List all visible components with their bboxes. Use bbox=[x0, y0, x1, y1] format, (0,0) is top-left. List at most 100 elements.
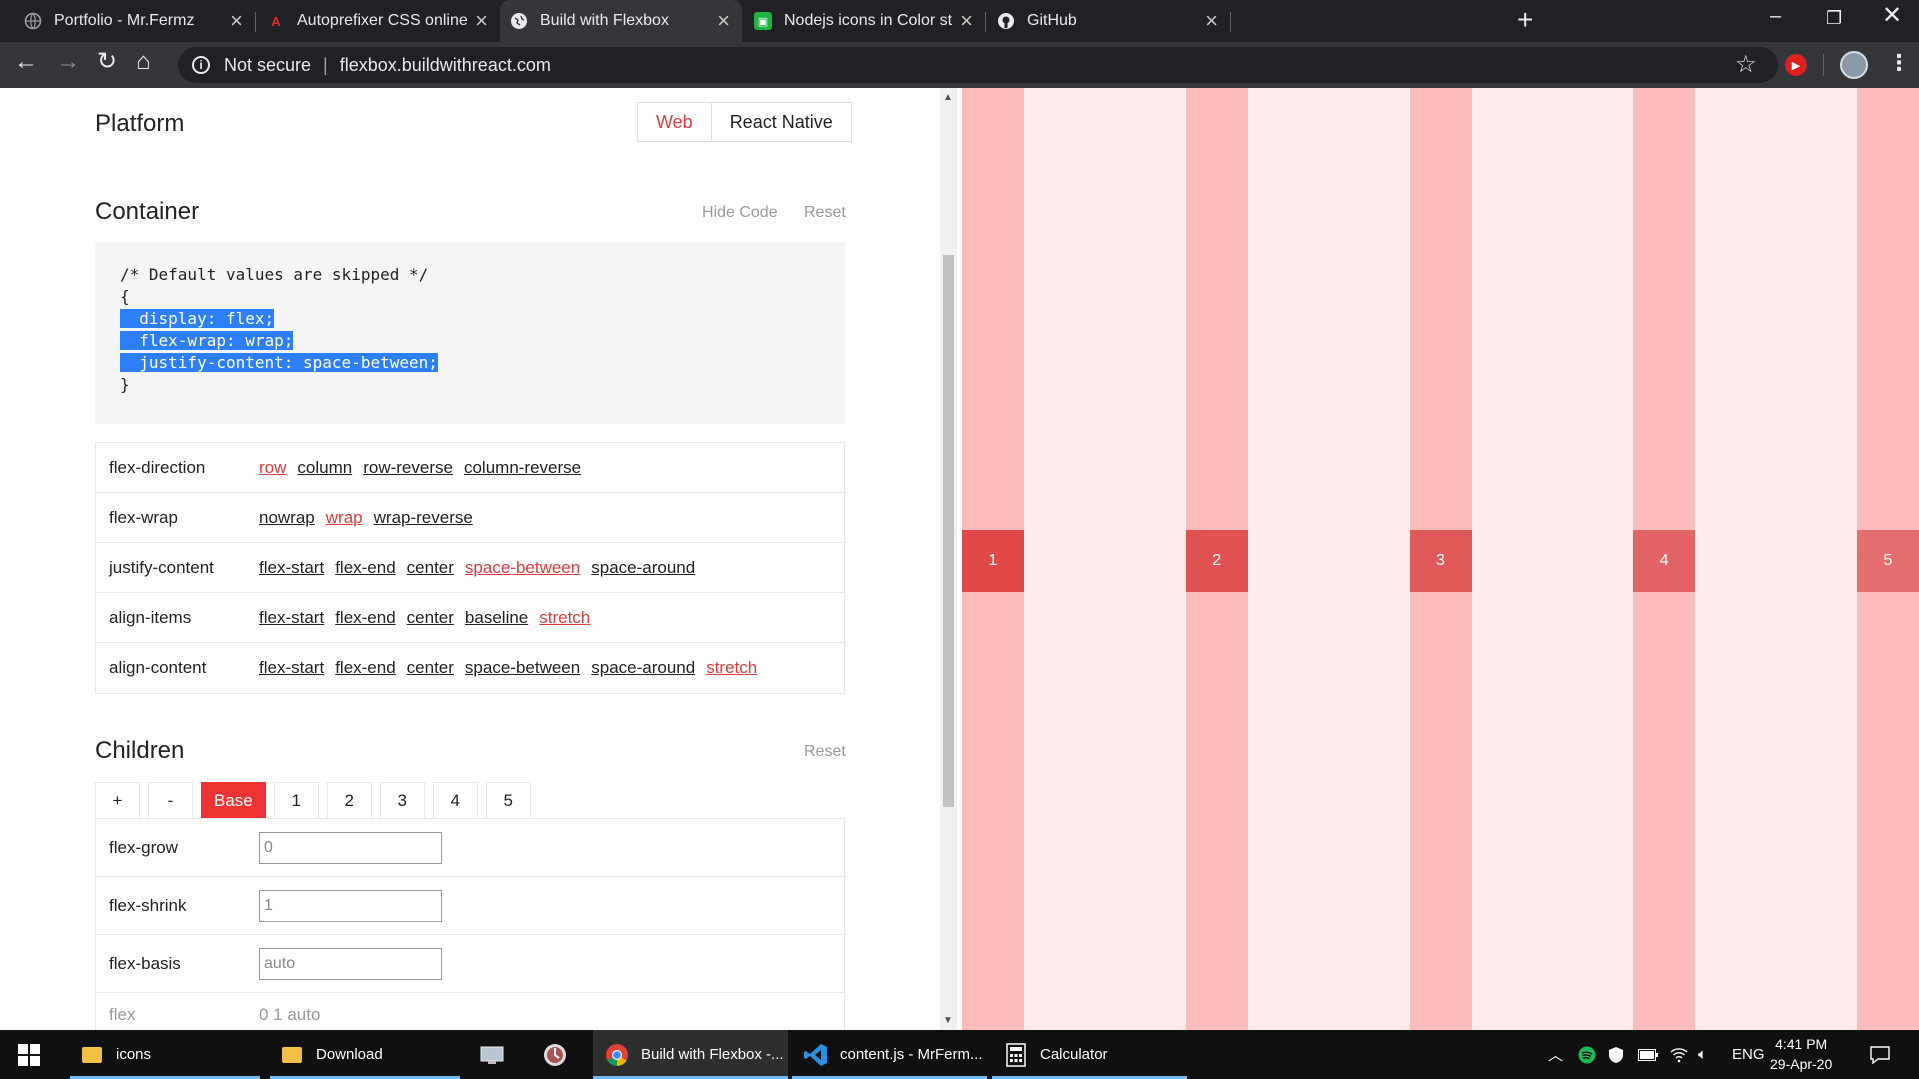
home-icon[interactable]: ⌂ bbox=[136, 50, 151, 74]
scroll-up-icon[interactable]: ▲ bbox=[943, 92, 953, 103]
flex-direction-option-column[interactable]: column bbox=[297, 458, 352, 478]
flex-basis-input[interactable] bbox=[259, 947, 442, 980]
flex-direction-option-row-reverse[interactable]: row-reverse bbox=[363, 458, 453, 478]
tab-nodejs-icons[interactable]: ▣ Nodejs icons in Color style for gr × bbox=[742, 0, 985, 42]
close-tab-icon[interactable]: × bbox=[1205, 10, 1218, 32]
profile-avatar[interactable] bbox=[1840, 51, 1868, 79]
align-items-option-flex-start[interactable]: flex-start bbox=[259, 608, 324, 628]
flex-item-3[interactable]: 3 bbox=[1409, 530, 1472, 592]
children-tabs: + - Base 1 2 3 4 5 bbox=[95, 782, 539, 818]
volume-icon[interactable]: 🔈︎ bbox=[1698, 1030, 1707, 1079]
flex-direction-option-row[interactable]: row bbox=[259, 458, 286, 478]
wifi-icon[interactable] bbox=[1670, 1030, 1688, 1079]
flex-item-5[interactable]: 5 bbox=[1857, 530, 1919, 592]
back-icon[interactable]: ← bbox=[14, 50, 38, 74]
tab-github[interactable]: GitHub × bbox=[985, 0, 1230, 42]
minimize-icon[interactable]: – bbox=[1770, 6, 1781, 26]
flex-wrap-option-nowrap[interactable]: nowrap bbox=[259, 508, 315, 528]
tab-portfolio[interactable]: Portfolio - Mr.Fermz × bbox=[0, 0, 255, 42]
flex-direction-option-column-reverse[interactable]: column-reverse bbox=[464, 458, 581, 478]
align-items-option-flex-end[interactable]: flex-end bbox=[335, 608, 395, 628]
close-tab-icon[interactable]: × bbox=[960, 10, 973, 32]
child-tab-3[interactable]: 3 bbox=[379, 782, 425, 818]
globe-icon bbox=[24, 12, 42, 30]
justify-content-option-flex-end[interactable]: flex-end bbox=[335, 558, 395, 578]
property-name: flex-shrink bbox=[109, 895, 187, 915]
justify-content-option-center[interactable]: center bbox=[407, 558, 454, 578]
align-items-option-stretch[interactable]: stretch bbox=[539, 608, 590, 628]
menu-kebab-icon[interactable]: ⋮ bbox=[1888, 50, 1910, 76]
flex-item-4[interactable]: 4 bbox=[1633, 530, 1696, 592]
align-content-option-flex-end[interactable]: flex-end bbox=[335, 658, 395, 678]
platform-react-native-button[interactable]: React Native bbox=[710, 103, 851, 141]
justify-content-option-space-between[interactable]: space-between bbox=[465, 558, 580, 578]
flex-grow-input[interactable] bbox=[259, 831, 442, 864]
address-bar[interactable]: i Not secure | flexbox.buildwithreact.co… bbox=[178, 47, 1778, 83]
close-window-icon[interactable]: ✕ bbox=[1882, 4, 1902, 28]
code-brace-close: } bbox=[120, 375, 130, 394]
close-tab-icon[interactable]: × bbox=[717, 10, 730, 32]
remote-desktop-icon bbox=[480, 1043, 504, 1067]
flex-wrap-option-wrap[interactable]: wrap bbox=[326, 508, 363, 528]
reload-icon[interactable]: ↻ bbox=[97, 50, 117, 74]
spotify-icon[interactable] bbox=[1578, 1030, 1596, 1079]
scroll-down-icon[interactable]: ▼ bbox=[943, 1015, 953, 1026]
platform-toggle: Web React Native bbox=[637, 102, 852, 142]
tab-title: GitHub bbox=[1027, 12, 1077, 29]
forward-icon[interactable]: → bbox=[56, 50, 80, 74]
justify-content-option-flex-start[interactable]: flex-start bbox=[259, 558, 324, 578]
align-items-option-baseline[interactable]: baseline bbox=[465, 608, 528, 628]
child-tab-base[interactable]: Base bbox=[201, 782, 266, 818]
justify-content-option-space-around[interactable]: space-around bbox=[591, 558, 695, 578]
child-tab-2[interactable]: 2 bbox=[326, 782, 372, 818]
security-shield-icon[interactable] bbox=[1608, 1030, 1624, 1079]
taskbar-app-icons[interactable]: icons bbox=[70, 1030, 260, 1079]
tray-chevron-icon[interactable]: ︿ bbox=[1548, 1030, 1563, 1079]
flex-item-2[interactable]: 2 bbox=[1185, 530, 1248, 592]
align-content-option-space-between[interactable]: space-between bbox=[465, 658, 580, 678]
language-indicator[interactable]: ENG bbox=[1732, 1030, 1765, 1079]
flex-shrink-input[interactable] bbox=[259, 889, 442, 922]
taskbar-app-vscode[interactable]: content.js - MrFerm... bbox=[792, 1030, 987, 1079]
flex-wrap-option-wrap-reverse[interactable]: wrap-reverse bbox=[374, 508, 473, 528]
property-name: flex-wrap bbox=[109, 507, 178, 527]
taskbar-app-circle[interactable] bbox=[543, 1030, 579, 1079]
children-reset-link[interactable]: Reset bbox=[804, 743, 846, 761]
taskbar-app-download[interactable]: Download bbox=[270, 1030, 460, 1079]
taskbar-app-calculator[interactable]: Calculator bbox=[992, 1030, 1187, 1079]
justify-content-row: justify-content flex-start flex-end center s… bbox=[96, 543, 844, 593]
windows-start-icon[interactable] bbox=[18, 1030, 40, 1079]
battery-icon[interactable] bbox=[1638, 1030, 1658, 1079]
child-tab-1[interactable]: 1 bbox=[273, 782, 319, 818]
add-child-button[interactable]: + bbox=[95, 782, 140, 818]
remove-child-button[interactable]: - bbox=[148, 782, 193, 818]
taskbar-clock[interactable]: 4:41 PM 29-Apr-20 bbox=[1770, 1034, 1832, 1074]
bookmark-star-icon[interactable]: ☆ bbox=[1735, 50, 1757, 79]
extension-play-icon[interactable]: ▶ bbox=[1785, 54, 1807, 76]
align-content-option-space-around[interactable]: space-around bbox=[591, 658, 695, 678]
flex-item-column: 2 bbox=[1185, 88, 1248, 1030]
notifications-icon[interactable] bbox=[1870, 1030, 1890, 1079]
child-tab-5[interactable]: 5 bbox=[485, 782, 531, 818]
align-items-option-center[interactable]: center bbox=[407, 608, 454, 628]
platform-web-button[interactable]: Web bbox=[638, 103, 711, 141]
tab-autoprefixer[interactable]: A Autoprefixer CSS online × bbox=[255, 0, 500, 42]
taskbar-app-chrome[interactable]: Build with Flexbox -... bbox=[593, 1030, 788, 1079]
restore-icon[interactable]: ❐ bbox=[1826, 9, 1842, 27]
hide-code-link[interactable]: Hide Code bbox=[702, 204, 778, 222]
close-tab-icon[interactable]: × bbox=[475, 10, 488, 32]
close-tab-icon[interactable]: × bbox=[230, 10, 243, 32]
flex-item-1[interactable]: 1 bbox=[962, 530, 1024, 592]
align-content-option-flex-start[interactable]: flex-start bbox=[259, 658, 324, 678]
new-tab-icon[interactable]: + bbox=[1517, 6, 1533, 34]
align-content-option-stretch[interactable]: stretch bbox=[706, 658, 757, 678]
align-content-option-center[interactable]: center bbox=[407, 658, 454, 678]
tab-build-with-flexbox[interactable]: Build with Flexbox × bbox=[500, 0, 742, 42]
info-icon[interactable]: i bbox=[192, 56, 210, 74]
taskbar-app-remote[interactable] bbox=[480, 1030, 516, 1079]
child-tab-4[interactable]: 4 bbox=[432, 782, 478, 818]
scrollbar-thumb[interactable] bbox=[943, 255, 954, 807]
container-reset-link[interactable]: Reset bbox=[804, 204, 846, 222]
taskbar-app-label: icons bbox=[116, 1046, 152, 1063]
left-panel-scrollbar[interactable]: ▲ ▼ bbox=[940, 88, 957, 1030]
